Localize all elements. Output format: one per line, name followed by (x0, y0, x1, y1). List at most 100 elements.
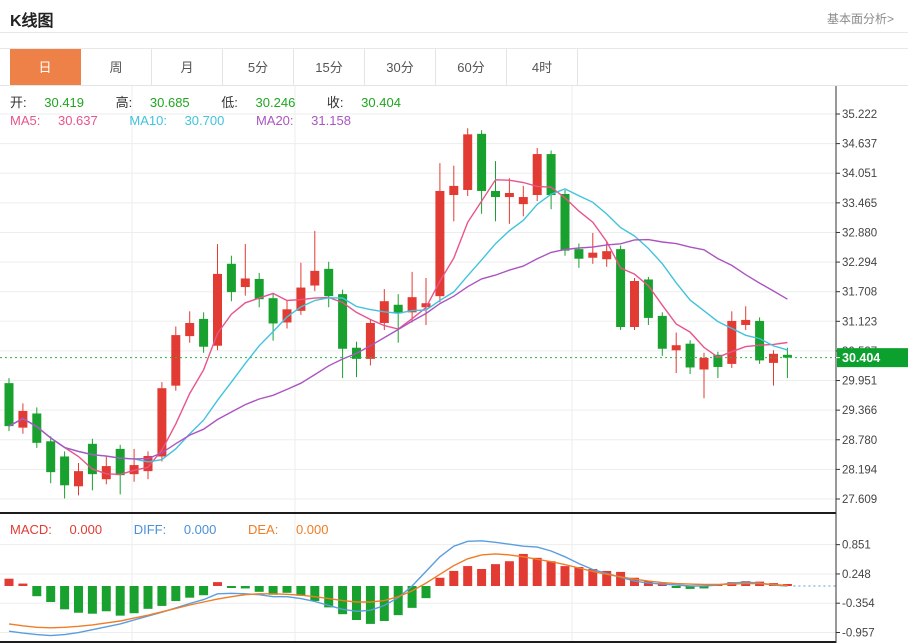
main-axis-label: 32.880 (842, 227, 877, 239)
main-axis-label: 29.951 (842, 376, 877, 388)
macd-bar (32, 586, 41, 596)
macd-bar (18, 584, 27, 586)
main-axis-label: 31.708 (842, 287, 877, 299)
candle-body (449, 186, 458, 195)
macd-bar (46, 586, 55, 602)
tab-月[interactable]: 月 (152, 49, 223, 86)
macd-bar (88, 586, 97, 614)
main-axis-label: 34.637 (842, 139, 877, 151)
tab-日[interactable]: 日 (10, 49, 81, 86)
candle-body (491, 191, 500, 197)
macd-bar (435, 578, 444, 586)
macd-bar (477, 569, 486, 586)
candle-body (5, 383, 14, 426)
main-axis-label: 35.222 (842, 109, 877, 121)
macd-axis-label: -0.354 (842, 598, 875, 610)
main-axis-label: 33.465 (842, 198, 877, 210)
candle-body (185, 323, 194, 336)
tab-周[interactable]: 周 (81, 49, 152, 86)
period-tabs: 日周月5分15分30分60分4时 (0, 48, 908, 85)
macd-bar (547, 561, 556, 586)
candle-body (561, 194, 570, 251)
macd-bar (213, 582, 222, 586)
macd-bar (519, 554, 528, 586)
candle-body (769, 354, 778, 363)
macd-bar (296, 586, 305, 596)
macd-bar (255, 586, 264, 592)
candle-body (74, 471, 83, 486)
macd-bar (449, 571, 458, 586)
macd-bar (463, 566, 472, 586)
macd-bar (171, 586, 180, 601)
ma20-line (9, 240, 787, 459)
candle-body (602, 251, 611, 259)
price-badge-text: 30.404 (842, 351, 880, 365)
candle-body (227, 264, 236, 292)
macd-axis-label: 0.248 (842, 569, 871, 581)
tab-30分[interactable]: 30分 (365, 49, 436, 86)
macd-axis-label: -0.957 (842, 628, 875, 640)
candle-body (310, 271, 319, 286)
main-axis-label: 28.194 (842, 464, 878, 476)
kline-canvas[interactable]: 35.222 34.637 34.051 33.465 32.880 32.294 31.7… (0, 86, 908, 643)
macd-bar (116, 586, 125, 616)
main-axis-label: 34.051 (842, 168, 877, 180)
header: K线图 基本面分析> (0, 0, 908, 32)
candle-body (366, 323, 375, 359)
macd-bar (227, 586, 236, 588)
macd-bar (60, 586, 69, 609)
macd-bar (616, 572, 625, 586)
candle-body (199, 319, 208, 347)
macd-bar (157, 586, 166, 606)
macd-bar (533, 558, 542, 586)
macd-bar (366, 586, 375, 624)
candle-body (324, 269, 333, 296)
candle-body (505, 193, 514, 197)
candle-body (700, 358, 709, 370)
header-divider (0, 32, 908, 33)
candle-body (741, 320, 750, 325)
candle-body (686, 344, 695, 368)
candle-body (463, 134, 472, 190)
candle-body (588, 253, 597, 258)
macd-bar (491, 564, 500, 586)
main-axis-label: 32.294 (842, 257, 878, 269)
candle-body (171, 335, 180, 386)
macd-bar (505, 561, 514, 586)
candle-body (658, 316, 667, 349)
chart-region[interactable]: 35.222 34.637 34.051 33.465 32.880 32.294 31.7… (0, 85, 908, 643)
macd-bar (130, 586, 139, 613)
candle-body (157, 388, 166, 456)
main-axis-label: 27.609 (842, 494, 877, 506)
candle-body (255, 279, 264, 299)
macd-bar (352, 586, 361, 620)
macd-axis-label: 0.851 (842, 540, 871, 552)
tab-15分[interactable]: 15分 (294, 49, 365, 86)
candle-body (630, 281, 639, 327)
candle-body (60, 456, 69, 485)
macd-bar (5, 579, 14, 586)
macd-bar (283, 586, 292, 593)
candle-body (533, 154, 542, 195)
macd-bar (199, 586, 208, 595)
candle-body (574, 249, 583, 259)
candle-body (32, 413, 41, 442)
candle-body (519, 197, 528, 204)
tab-4时[interactable]: 4时 (507, 49, 578, 86)
fundamental-analysis-link[interactable]: 基本面分析> (827, 10, 894, 27)
candle-body (241, 278, 250, 287)
macd-bar (394, 586, 403, 615)
macd-bar (241, 586, 250, 588)
candle-body (269, 298, 278, 323)
main-axis-label: 29.366 (842, 405, 877, 417)
candle-body (46, 441, 55, 472)
macd-bar (74, 586, 83, 613)
macd-bar (310, 586, 319, 601)
candle-body (477, 134, 486, 191)
page-title: K线图 (10, 7, 54, 31)
macd-bar (102, 586, 111, 611)
tab-60分[interactable]: 60分 (436, 49, 507, 86)
tab-5分[interactable]: 5分 (223, 49, 294, 86)
main-axis-label: 28.780 (842, 435, 877, 447)
macd-bar (672, 586, 681, 588)
